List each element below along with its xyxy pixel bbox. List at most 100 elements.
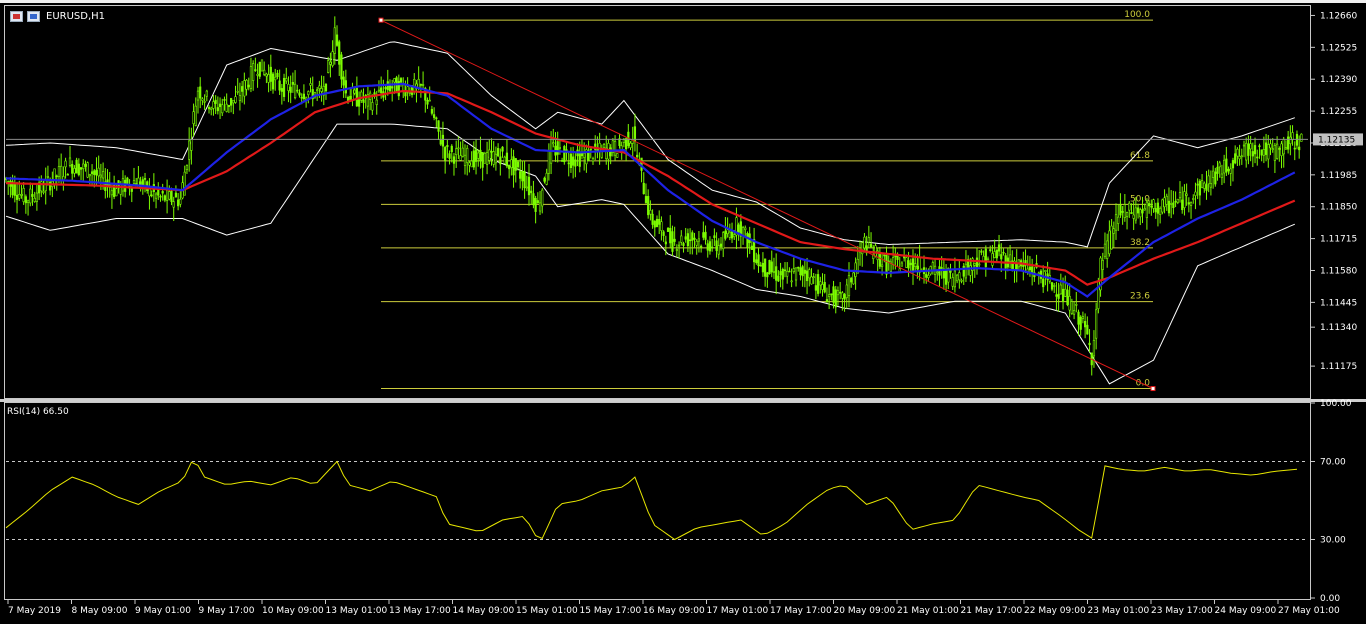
candle-body: [1002, 251, 1005, 254]
candle-body: [534, 197, 537, 212]
candle-body: [863, 236, 866, 249]
candle-body: [340, 54, 343, 80]
candle-body: [552, 142, 555, 145]
candle-body: [750, 245, 753, 250]
candle-body: [73, 168, 76, 174]
candle-body: [997, 244, 1001, 252]
candle-body: [843, 294, 846, 300]
candle-body: [483, 152, 486, 164]
candle-body: [768, 260, 771, 275]
candle-body: [944, 269, 948, 285]
chart-window-icon[interactable]: [10, 10, 23, 22]
candle-body: [457, 147, 460, 150]
candle-body: [1172, 202, 1175, 208]
candle-body: [174, 192, 178, 198]
candle-body: [1267, 144, 1270, 160]
candle-body: [64, 160, 67, 168]
candle-body: [993, 251, 996, 258]
candle-body: [497, 148, 500, 157]
candle-body: [196, 90, 200, 101]
candle-body: [925, 273, 928, 278]
candle-body: [150, 194, 153, 197]
candle-body: [647, 196, 650, 216]
candle-body: [391, 86, 394, 89]
ma-slow-line: [5, 89, 1296, 286]
candle-body: [329, 61, 332, 65]
candle-body: [1068, 296, 1071, 311]
candle-body: [1229, 168, 1232, 174]
candle-body: [1209, 183, 1213, 188]
candle-body: [812, 276, 815, 278]
candle-body: [223, 99, 226, 101]
candle-body: [99, 174, 102, 178]
candle-body: [790, 280, 793, 283]
chart-properties-icon[interactable]: [27, 10, 40, 22]
candle-body: [1070, 301, 1073, 314]
candle-body: [399, 78, 403, 83]
candle-body: [1077, 311, 1080, 325]
candle-body: [510, 159, 513, 168]
candle-body: [1132, 214, 1135, 219]
candle-body: [1223, 159, 1226, 174]
candle-body: [172, 201, 175, 208]
candle-body: [159, 195, 162, 198]
candle-body: [536, 200, 539, 204]
candle-body: [170, 190, 173, 202]
candle-body: [353, 89, 356, 94]
candle-body: [794, 267, 798, 281]
candle-body: [1185, 193, 1188, 196]
time-axis-label: 15 May 17:00: [580, 606, 642, 616]
candle-body: [914, 263, 917, 267]
time-axis-label: 21 May 01:00: [897, 606, 959, 616]
candle-body: [1163, 197, 1166, 208]
candle-body: [547, 150, 550, 174]
candle-body: [1253, 145, 1257, 155]
time-axis-label: 14 May 09:00: [453, 606, 515, 616]
candle-body: [95, 169, 98, 176]
candle-body: [821, 284, 824, 290]
rsi-line: [5, 460, 1298, 541]
candle-body: [1247, 143, 1250, 156]
price-axis-label: 1.11445: [1320, 298, 1357, 308]
price-axis-label: 1.11580: [1320, 266, 1357, 276]
candle-body: [786, 270, 789, 277]
candle-body: [448, 153, 451, 159]
candle-body: [903, 256, 906, 259]
candle-body: [433, 114, 436, 118]
candle-body: [697, 238, 701, 242]
candle-body: [777, 275, 780, 282]
candle-body: [60, 165, 63, 182]
candle-body: [161, 191, 164, 194]
candle-body: [1282, 138, 1285, 155]
candle-body: [589, 148, 592, 151]
candle-body: [814, 285, 817, 291]
candle-body: [669, 227, 672, 244]
candle-body: [188, 140, 191, 160]
candle-body: [1108, 230, 1111, 255]
candle-body: [380, 87, 383, 94]
candle-body: [1154, 208, 1157, 213]
time-axis-label: 10 May 09:00: [262, 606, 324, 616]
candle-body: [1264, 142, 1268, 155]
candle-body: [55, 175, 58, 178]
candle-body: [1000, 254, 1003, 260]
candle-body: [307, 91, 310, 96]
candle-body: [375, 99, 378, 105]
candle-body: [651, 213, 654, 225]
candle-body: [1103, 243, 1107, 257]
candle-body: [291, 82, 294, 85]
chart-window: 100.061.850.038.223.60.01.126601.125251.…: [0, 0, 1366, 624]
candle-body: [263, 69, 266, 75]
candle-body: [746, 233, 749, 248]
candle-body: [711, 246, 714, 249]
candle-body: [271, 73, 275, 90]
candle-body: [227, 104, 230, 107]
candle-body: [677, 244, 681, 247]
candle-body: [327, 60, 330, 73]
candle-body: [342, 76, 345, 86]
chart-canvas[interactable]: 100.061.850.038.223.60.01.126601.125251.…: [0, 0, 1366, 624]
candle-body: [953, 270, 957, 288]
candle-body: [22, 188, 25, 202]
candle-body: [973, 263, 976, 266]
candle-body: [616, 153, 619, 158]
